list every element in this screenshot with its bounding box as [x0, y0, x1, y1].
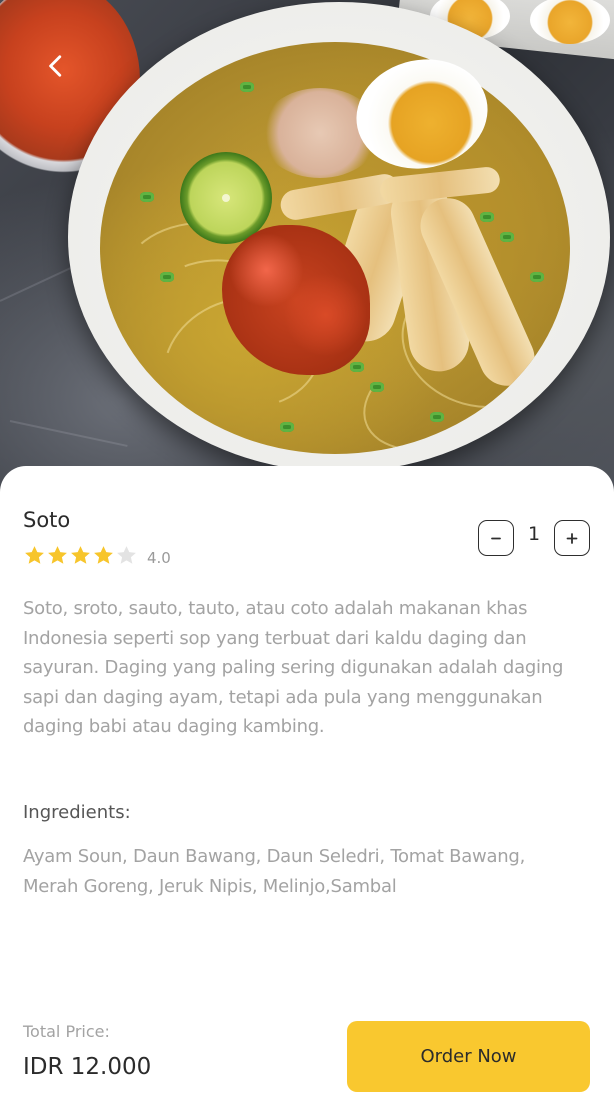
item-name: Soto — [23, 508, 71, 532]
total-price-value: IDR 12.000 — [23, 1054, 152, 1080]
decrement-button[interactable] — [478, 520, 514, 556]
order-now-button[interactable]: Order Now — [347, 1021, 590, 1092]
increment-button[interactable] — [554, 520, 590, 556]
minus-icon — [491, 537, 501, 540]
scallion — [500, 232, 514, 242]
food-photo — [0, 0, 614, 500]
scallion — [240, 82, 254, 92]
scallion — [480, 212, 494, 222]
total-price-label: Total Price: — [23, 1022, 110, 1041]
scallion — [350, 362, 364, 372]
item-description: Soto, sroto, sauto, tauto, atau coto ada… — [23, 598, 564, 738]
ingredients-list: Ayam Soun, Daun Bawang, Daun Seledri, To… — [23, 846, 526, 897]
scallion — [140, 192, 154, 202]
rating-value: 4.0 — [147, 548, 171, 567]
scallion — [430, 412, 444, 422]
rating: 4.0 — [23, 544, 171, 571]
scallion — [530, 272, 544, 282]
quantity-stepper: 1 — [478, 520, 590, 556]
detail-card: Soto 4.0 1 Soto, sroto, sauto, tauto, at… — [0, 466, 614, 1118]
star-empty-icon — [117, 546, 136, 564]
marble-vein — [9, 420, 128, 447]
star-filled-icon — [94, 546, 113, 564]
back-button[interactable] — [34, 44, 78, 88]
quantity-value: 1 — [527, 523, 541, 545]
chevron-left-icon — [49, 55, 62, 77]
scallion — [160, 272, 174, 282]
star-filled-icon — [25, 546, 44, 564]
plus-icon — [566, 533, 578, 544]
scallion — [280, 422, 294, 432]
star-filled-icon — [48, 546, 67, 564]
ingredients-heading: Ingredients: — [23, 802, 131, 823]
scallion — [370, 382, 384, 392]
rating-stars — [23, 544, 138, 571]
star-filled-icon — [71, 546, 90, 564]
